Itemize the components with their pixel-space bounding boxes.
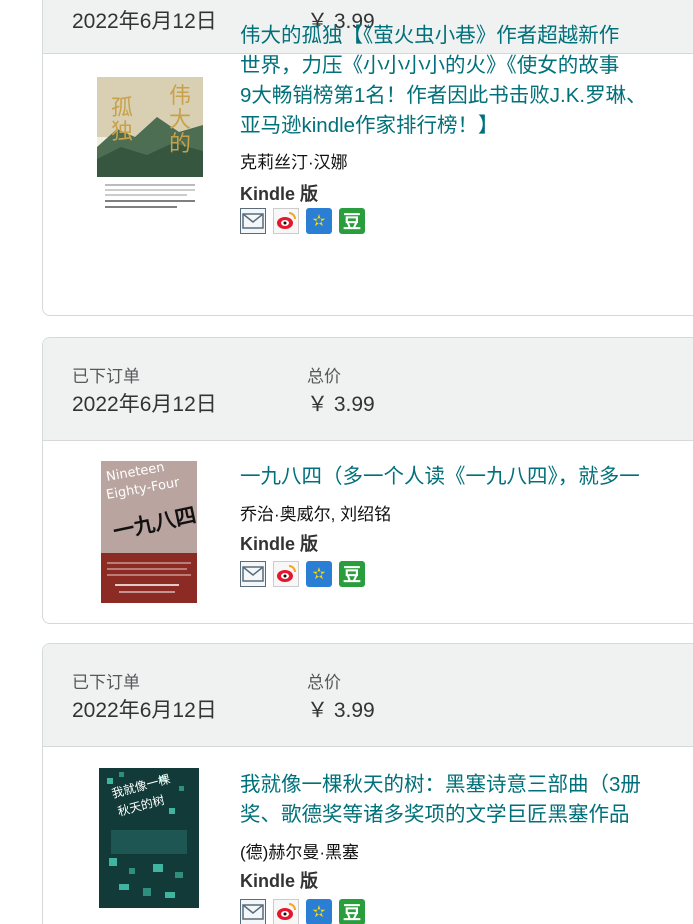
qzone-icon[interactable]: ✫ <box>306 208 332 234</box>
svg-text:大: 大 <box>169 108 191 133</box>
order-date: 2022年6月12日 <box>72 10 217 33</box>
share-bar: ✫ 豆 <box>240 561 365 587</box>
order-card: 2022年6月12日 ￥ 3.99 孤 独 伟 大 的 伟大的孤独【《萤火虫小巷… <box>42 0 693 316</box>
book-title-link[interactable]: 一九八四（多一个人读《一九八四》，就多一 <box>240 462 693 492</box>
douban-icon[interactable]: 豆 <box>339 208 365 234</box>
order-total-label: 总价 <box>307 673 341 692</box>
mail-icon[interactable] <box>240 899 266 924</box>
book-author: 乔治·奥威尔, 刘绍铭 <box>240 505 392 524</box>
book-format: Kindle 版 <box>240 184 319 204</box>
order-date: 2022年6月12日 <box>72 699 217 722</box>
svg-text:伟: 伟 <box>169 84 191 109</box>
order-header: 已下订单 总价 2022年6月12日 ￥ 3.99 <box>43 338 693 441</box>
weibo-icon[interactable] <box>273 208 299 234</box>
order-total-label: 总价 <box>307 367 341 386</box>
qzone-icon[interactable]: ✫ <box>306 899 332 924</box>
book-format: Kindle 版 <box>240 871 319 891</box>
share-bar: ✫ 豆 <box>240 208 365 234</box>
share-bar: ✫ 豆 <box>240 899 365 924</box>
svg-text:独: 独 <box>111 120 133 145</box>
book-author: 克莉丝汀·汉娜 <box>240 153 348 172</box>
book-author: (德)赫尔曼·黑塞 <box>240 843 359 862</box>
douban-icon[interactable]: 豆 <box>339 561 365 587</box>
book-cover[interactable]: 我就像一棵 秋天的树 <box>99 768 199 908</box>
book-title-link[interactable]: 我就像一棵秋天的树：黑塞诗意三部曲（3册 奖、歌德奖等诸多奖项的文学巨匠黑塞作品 <box>240 770 693 830</box>
svg-text:的: 的 <box>169 132 191 157</box>
order-card: 已下订单 总价 2022年6月12日 ￥ 3.99 我就像一棵 秋天的树 我就像… <box>42 643 693 924</box>
book-title-link[interactable]: 伟大的孤独【《萤火虫小巷》作者超越新作 世界，力压《小小小小的火》《使女的故事 … <box>240 21 693 141</box>
mail-icon[interactable] <box>240 208 266 234</box>
order-total: ￥ 3.99 <box>307 393 375 416</box>
weibo-icon[interactable] <box>273 899 299 924</box>
order-status-label: 已下订单 <box>72 367 140 386</box>
mail-icon[interactable] <box>240 561 266 587</box>
douban-icon[interactable]: 豆 <box>339 899 365 924</box>
book-cover[interactable]: Nineteen Eighty-Four 一九八四 <box>101 461 197 603</box>
order-card: 已下订单 总价 2022年6月12日 ￥ 3.99 Nineteen Eight… <box>42 337 693 624</box>
qzone-icon[interactable]: ✫ <box>306 561 332 587</box>
book-format: Kindle 版 <box>240 534 319 554</box>
weibo-icon[interactable] <box>273 561 299 587</box>
book-cover[interactable]: 孤 独 伟 大 的 <box>97 77 203 221</box>
order-history-viewport: 2022年6月12日 ￥ 3.99 孤 独 伟 大 的 伟大的孤独【《萤火虫小巷… <box>0 0 693 924</box>
order-date: 2022年6月12日 <box>72 393 217 416</box>
order-status-label: 已下订单 <box>72 673 140 692</box>
order-header: 已下订单 总价 2022年6月12日 ￥ 3.99 <box>43 644 693 747</box>
svg-text:孤: 孤 <box>111 96 133 121</box>
order-total: ￥ 3.99 <box>307 699 375 722</box>
